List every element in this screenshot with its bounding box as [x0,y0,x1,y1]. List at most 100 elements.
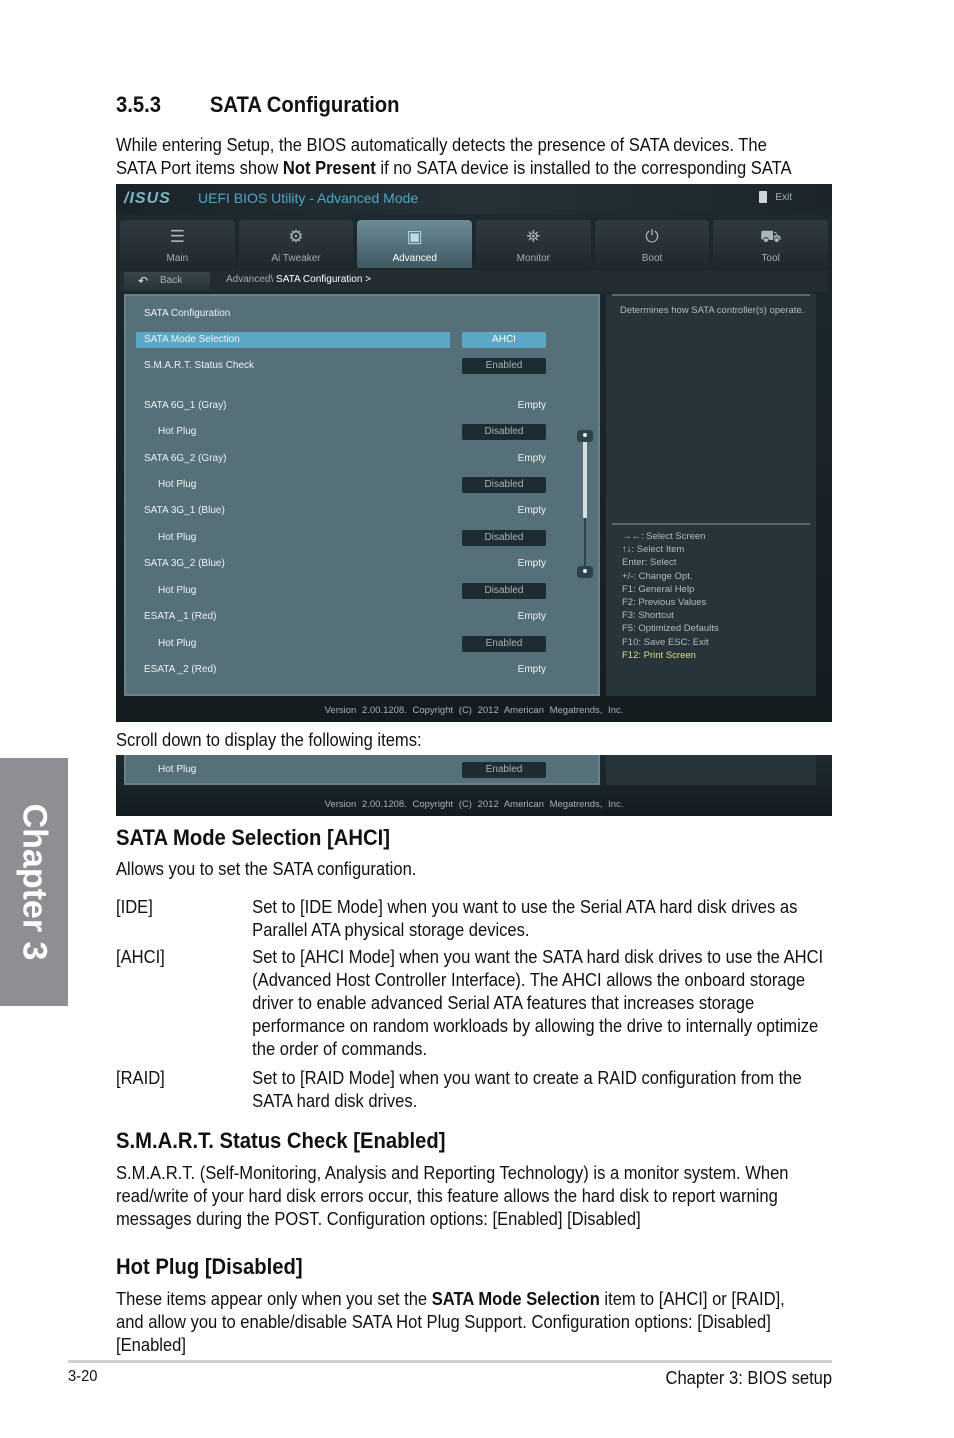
hotplug-heading: Hot Plug [Disabled] [116,1254,303,1279]
port-sata-3g-2: SATA 3G_2 (Blue) Empty [144,556,584,572]
key-hint: F3: Shortcut [622,610,674,622]
option-desc: Set to [RAID Mode] when you want to crea… [252,1068,802,1111]
setting-value-dropdown[interactable]: Disabled [462,424,546,440]
setting-value-dropdown[interactable]: Enabled [462,358,546,374]
panel-title: SATA Configuration [144,306,584,322]
tab-ai-tweaker[interactable]: ⚙ Ai Tweaker [238,220,354,268]
port-status: Empty [517,558,546,569]
port-status: Empty [517,453,546,464]
option-ide: [IDE] Set to [IDE Mode] when you want to … [116,896,834,942]
bios-title-bar: /ISUS UEFI BIOS Utility - Advanced Mode … [116,184,832,214]
setting-sata-mode-selection[interactable]: SATA Mode Selection AHCI [136,332,584,348]
section-number: 3.5.3 [116,92,162,117]
scrollbar[interactable] [576,430,594,578]
port-status: Empty [517,505,546,516]
tab-label: Tool [761,253,780,264]
setting-value-dropdown[interactable]: Disabled [462,583,546,599]
exit-button[interactable]: Exit [759,191,792,203]
section-heading: 3.5.3 SATA Configuration [116,92,399,118]
scroll-note: Scroll down to display the following ite… [116,730,422,750]
setting-value-dropdown[interactable]: Disabled [462,477,546,493]
settings-panel: Hot Plug Enabled [124,755,600,785]
back-button[interactable]: ↶ Back [124,272,210,290]
monitor-icon: ⛯ [526,227,541,246]
tab-label: Main [166,253,189,264]
panel-title-text: SATA Configuration [144,308,231,319]
key-hint: ↑↓: Select Item [622,544,685,556]
key-hint: →←: Select Screen [622,531,706,542]
port-label: ESATA _2 (Red) [144,664,217,675]
settings-panel: SATA Configuration SATA Mode Selection AH… [124,294,600,696]
setting-value-dropdown[interactable]: Enabled [462,636,546,652]
setting-hot-plug[interactable]: Hot Plug Enabled [144,762,584,778]
port-esata-2: ESATA _2 (Red) Empty [144,662,584,678]
scroll-up-button[interactable] [577,430,593,442]
divider [612,523,810,525]
scroll-thumb[interactable] [583,440,587,518]
tab-label: Monitor [516,253,551,264]
option-ahci: [AHCI] Set to [AHCI Mode] when you want t… [116,946,834,1061]
port-sata-6g-2: SATA 6G_2 (Gray) Empty [144,451,584,467]
tab-monitor[interactable]: ⛯ Monitor [476,220,591,268]
setting-label: Hot Plug [158,479,197,490]
port-label: SATA 3G_2 (Blue) [144,558,225,569]
tab-advanced[interactable]: ▣ Advanced [357,220,473,268]
setting-smart-status-check[interactable]: S.M.A.R.T. Status Check Enabled [144,358,584,374]
hotplug-bold: SATA Mode Selection [431,1289,600,1309]
setting-value-dropdown[interactable]: Enabled [462,762,546,778]
section-title: SATA Configuration [209,92,400,117]
option-raid: [RAID] Set to [RAID Mode] when you want t… [116,1067,834,1113]
key-hint: F2: Previous Values [622,597,707,609]
setting-label: Hot Plug [158,638,197,649]
setting-label: Hot Plug [158,426,197,437]
intro-bold: Not Present [282,158,376,178]
port-label: SATA 6G_2 (Gray) [144,453,227,464]
hotplug-paragraph: These items appear only when you set the… [116,1288,797,1357]
key-hint: +/-: Change Opt. [622,570,693,582]
setting-hot-plug[interactable]: Hot Plug Disabled [144,477,584,493]
tab-label: Boot [641,253,663,264]
exit-label: Exit [775,191,792,203]
key-legend: →←: Select Screen ↑↓: Select Item Enter:… [622,530,719,662]
sata-mode-intro: Allows you to set the SATA configuration… [116,859,417,879]
key-hint: F1: General Help [622,583,695,595]
setting-value-dropdown[interactable]: Disabled [462,530,546,546]
port-sata-6g-1: SATA 6G_1 (Gray) Empty [144,398,584,414]
sata-mode-heading: SATA Mode Selection [AHCI] [116,825,391,850]
power-icon: ⏻ [645,227,659,246]
bios-screenshot: /ISUS UEFI BIOS Utility - Advanced Mode … [116,184,832,722]
setting-hot-plug[interactable]: Hot Plug Enabled [144,636,584,652]
bios-tabs: ☰ Main ⚙ Ai Tweaker ▣ Advanced ⛯ Monitor ⏻ Bo… [120,220,829,268]
setting-label: Hot Plug [158,764,197,775]
help-description: Determines how SATA controller(s) operat… [620,305,805,316]
setting-hot-plug[interactable]: Hot Plug Disabled [144,583,584,599]
tab-main[interactable]: ☰ Main [120,220,235,268]
breadcrumb-current: SATA Configuration > [276,274,372,285]
port-status: Empty [517,664,546,675]
key-hint-print-screen: F12: Print Screen [622,649,696,661]
tab-tool[interactable]: ⛟ Tool [713,220,829,268]
port-label: ESATA _1 (Red) [144,611,217,622]
scroll-down-button[interactable] [577,566,593,578]
key-hint: F10: Save ESC: Exit [622,636,709,648]
chapter-tab-label: Chapter 3 [15,803,54,961]
option-desc: Set to [AHCI Mode] when you want the SAT… [252,947,824,1059]
option-key: [AHCI] [116,947,165,967]
bios-version-footer: Version 2.00.1208. Copyright (C) 2012 Am… [324,799,624,810]
breadcrumb-parent[interactable]: Advanced\ [226,274,273,285]
port-label: SATA 6G_1 (Gray) [144,400,227,411]
tab-label: Ai Tweaker [271,253,321,264]
setting-hot-plug[interactable]: Hot Plug Disabled [144,530,584,546]
setting-hot-plug[interactable]: Hot Plug Disabled [144,424,584,440]
setting-label: Hot Plug [158,585,197,596]
port-sata-3g-1: SATA 3G_1 (Blue) Empty [144,503,584,519]
exit-icon [759,191,768,203]
help-panel [606,755,816,785]
port-status: Empty [517,400,546,411]
setting-value-dropdown[interactable]: AHCI [462,332,546,348]
tab-label: Advanced [392,253,437,264]
option-desc: Set to [IDE Mode] when you want to use t… [252,897,798,940]
asus-logo: /ISUS [124,190,171,207]
port-esata-1: ESATA _1 (Red) Empty [144,609,584,625]
tab-boot[interactable]: ⏻ Boot [594,220,710,268]
